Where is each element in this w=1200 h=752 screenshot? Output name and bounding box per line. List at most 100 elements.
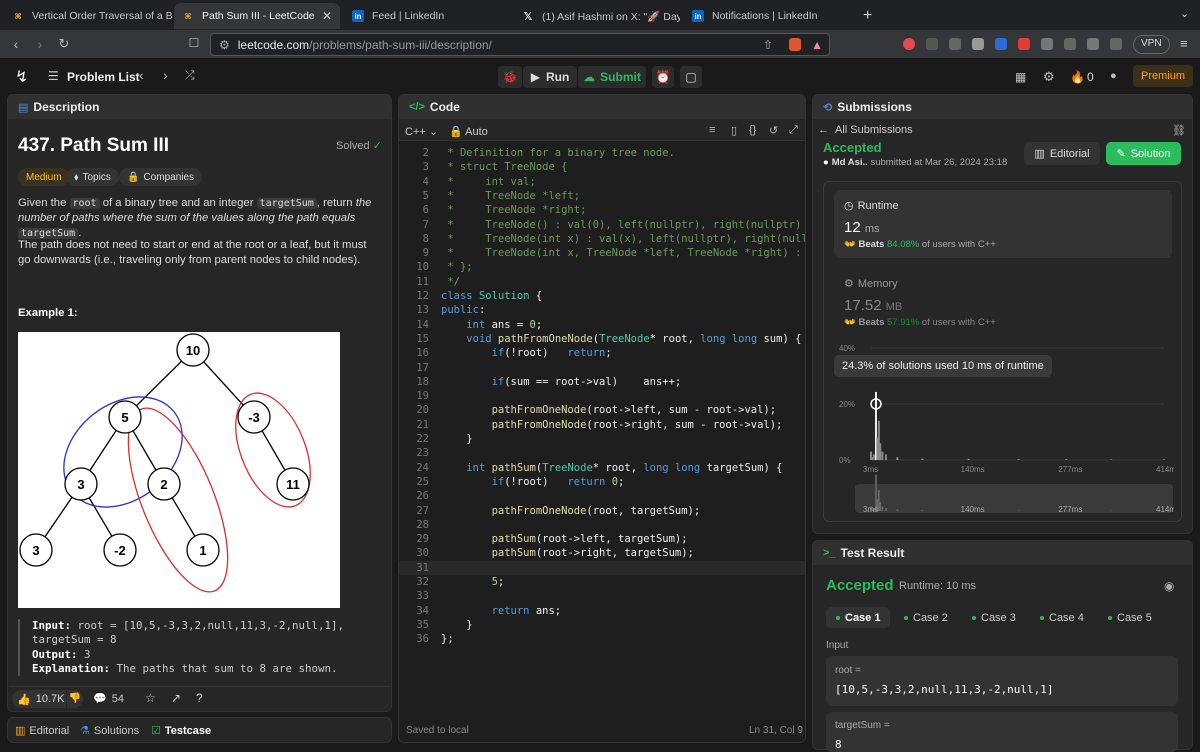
media-icon[interactable] xyxy=(1064,38,1076,50)
autocomplete-toggle[interactable]: 🔒 Auto xyxy=(449,125,488,138)
code-line[interactable]: 28 xyxy=(399,518,806,532)
reload-icon[interactable]: ↻ xyxy=(56,36,72,52)
code-line[interactable]: 31 xyxy=(399,561,806,575)
code-line[interactable]: 36}; xyxy=(399,632,806,646)
share-icon[interactable]: ⇧ xyxy=(763,38,773,52)
back-icon[interactable]: ‹ xyxy=(8,36,24,52)
leetcode-logo-icon[interactable]: ↯ xyxy=(15,67,28,87)
favorite-star-icon[interactable]: ☆ xyxy=(145,691,156,705)
description-tab[interactable]: ▤Description xyxy=(8,95,391,119)
streak-fire-icon[interactable]: 🔥 xyxy=(1070,70,1085,84)
submit-button[interactable]: ☁Submit xyxy=(578,66,646,88)
extension-icon[interactable] xyxy=(949,38,961,50)
record-extension-icon[interactable] xyxy=(903,38,915,50)
wallet-icon[interactable] xyxy=(1110,38,1122,50)
eye-icon[interactable]: ◉ xyxy=(1164,579,1174,593)
all-submissions-link[interactable]: ←All Submissions xyxy=(818,124,913,136)
code-line[interactable]: 16 if(!root) return; xyxy=(399,346,806,360)
submissions-tab[interactable]: ⟲Submissions xyxy=(813,95,1192,119)
shuffle-icon[interactable]: ⤮ xyxy=(185,68,195,83)
code-line[interactable]: 3 * struct TreeNode { xyxy=(399,160,806,174)
case-tab[interactable]: Case 4 xyxy=(1030,607,1094,628)
fullscreen-icon[interactable]: ⤢ xyxy=(789,124,798,137)
code-line[interactable]: 10 * }; xyxy=(399,260,806,274)
code-line[interactable]: 2 * Definition for a binary tree node. xyxy=(399,146,806,160)
code-line[interactable]: 19 xyxy=(399,389,806,403)
vpn-button[interactable]: VPN xyxy=(1133,35,1170,54)
case-tab[interactable]: Case 1 xyxy=(826,607,890,628)
code-line[interactable]: 8 * TreeNode(int x) : val(x), left(nullp… xyxy=(399,232,806,246)
tab-editorial[interactable]: ▥Editorial xyxy=(15,724,69,737)
tab-testcase[interactable]: ☑Testcase xyxy=(151,724,211,737)
code-line[interactable]: 32 5; xyxy=(399,575,806,589)
braces-icon[interactable]: {} xyxy=(749,124,756,136)
code-line[interactable]: 9 * TreeNode(int x, TreeNode *left, Tree… xyxy=(399,246,806,260)
test-result-tab[interactable]: >_Test Result xyxy=(813,541,1192,565)
case-tab[interactable]: Case 2 xyxy=(894,607,958,628)
companies-chip[interactable]: 🔒Companies xyxy=(119,168,202,186)
user-name[interactable]: Md Asi.. xyxy=(832,157,868,168)
address-bar[interactable]: ⚙ leetcode.com/problems/path-sum-iii/des… xyxy=(210,33,830,56)
notes-icon[interactable]: ▢ xyxy=(680,66,702,88)
code-line[interactable]: 18 if(sum == root->val) ans++; xyxy=(399,375,806,389)
run-button[interactable]: ▶Run xyxy=(523,66,577,88)
editorial-button[interactable]: ▥Editorial xyxy=(1024,142,1100,165)
extensions-puzzle-icon[interactable] xyxy=(1041,38,1053,50)
code-line[interactable]: 29 pathSum(root->left, targetSum); xyxy=(399,532,806,546)
code-line[interactable]: 23 xyxy=(399,446,806,460)
bookmark-icon[interactable]: ☐ xyxy=(186,36,202,50)
browser-tab-active[interactable]: ⌘Path Sum III - LeetCode✕ xyxy=(174,3,340,29)
browser-tab[interactable]: inFeed | LinkedIn xyxy=(344,3,510,29)
code-line[interactable]: 25 if(!root) return 0; xyxy=(399,475,806,489)
extension-icon[interactable] xyxy=(972,38,984,50)
browser-tab[interactable]: 𝕏(1) Asif Hashmi on X: "🚀 Day 26 o xyxy=(514,3,680,29)
problem-list-link[interactable]: Problem List xyxy=(67,70,140,84)
site-info-icon[interactable]: ⚙ xyxy=(219,38,230,52)
like-button[interactable]: 👍10.7K xyxy=(12,690,66,708)
language-select[interactable]: C++ ⌄ xyxy=(405,125,438,138)
code-line[interactable]: 6 * TreeNode *right; xyxy=(399,203,806,217)
timer-icon[interactable]: ⏰ xyxy=(652,66,674,88)
tab-solutions[interactable]: ⚗Solutions xyxy=(80,724,139,737)
code-line[interactable]: 26 xyxy=(399,489,806,503)
forward-icon[interactable]: › xyxy=(32,36,48,52)
help-icon[interactable]: ? xyxy=(196,691,203,705)
bookmark-icon[interactable]: ▯ xyxy=(731,124,737,137)
debug-icon[interactable]: 🐞 xyxy=(498,66,522,88)
code-line[interactable]: 30 pathSum(root->right, targetSum); xyxy=(399,546,806,560)
case-tab[interactable]: Case 5 xyxy=(1098,607,1162,628)
extension-icon[interactable] xyxy=(995,38,1007,50)
layout-icon[interactable]: ▦ xyxy=(1015,70,1026,84)
code-line[interactable]: 22 } xyxy=(399,432,806,446)
code-line[interactable]: 12class Solution { xyxy=(399,289,806,303)
menu-icon[interactable]: ≡ xyxy=(1180,36,1188,51)
sidebar-icon[interactable] xyxy=(1087,38,1099,50)
browser-tab[interactable]: ⌘Vertical Order Traversal of a Binar xyxy=(4,3,172,29)
comments-button[interactable]: 💬54 xyxy=(93,692,124,705)
code-line[interactable]: 21 pathFromOneNode(root->right, sum - ro… xyxy=(399,418,806,432)
case-tab[interactable]: Case 3 xyxy=(962,607,1026,628)
share-icon[interactable]: ↗ xyxy=(171,691,181,705)
tab-search-icon[interactable]: ⌄ xyxy=(1180,7,1189,20)
code-editor[interactable]: 2 * Definition for a binary tree node.3 … xyxy=(399,146,806,699)
reset-icon[interactable]: ↺ xyxy=(769,124,778,137)
code-line[interactable]: 15 void pathFromOneNode(TreeNode* root, … xyxy=(399,332,806,346)
browser-tab[interactable]: inNotifications | LinkedIn xyxy=(684,3,850,29)
range-selector[interactable] xyxy=(855,484,1173,513)
memory-heading[interactable]: ⚙Memory xyxy=(844,277,898,290)
new-tab-icon[interactable]: + xyxy=(863,7,872,25)
code-line[interactable]: 20 pathFromOneNode(root->left, sum - roo… xyxy=(399,403,806,417)
brave-shields-icon[interactable] xyxy=(789,38,801,51)
code-line[interactable]: 27 pathFromOneNode(root, targetSum); xyxy=(399,504,806,518)
code-line[interactable]: 33 xyxy=(399,589,806,603)
code-line[interactable]: 17 xyxy=(399,361,806,375)
code-line[interactable]: 13public: xyxy=(399,303,806,317)
extension-icon[interactable] xyxy=(1018,38,1030,50)
code-line[interactable]: 34 return ans; xyxy=(399,604,806,618)
code-line[interactable]: 4 * int val; xyxy=(399,175,806,189)
format-icon[interactable]: ≡ xyxy=(709,124,715,136)
code-line[interactable]: 14 int ans = 0; xyxy=(399,318,806,332)
code-tab[interactable]: </>Code xyxy=(399,95,805,119)
code-line[interactable]: 7 * TreeNode() : val(0), left(nullptr), … xyxy=(399,218,806,232)
next-problem-icon[interactable]: › xyxy=(163,67,168,83)
